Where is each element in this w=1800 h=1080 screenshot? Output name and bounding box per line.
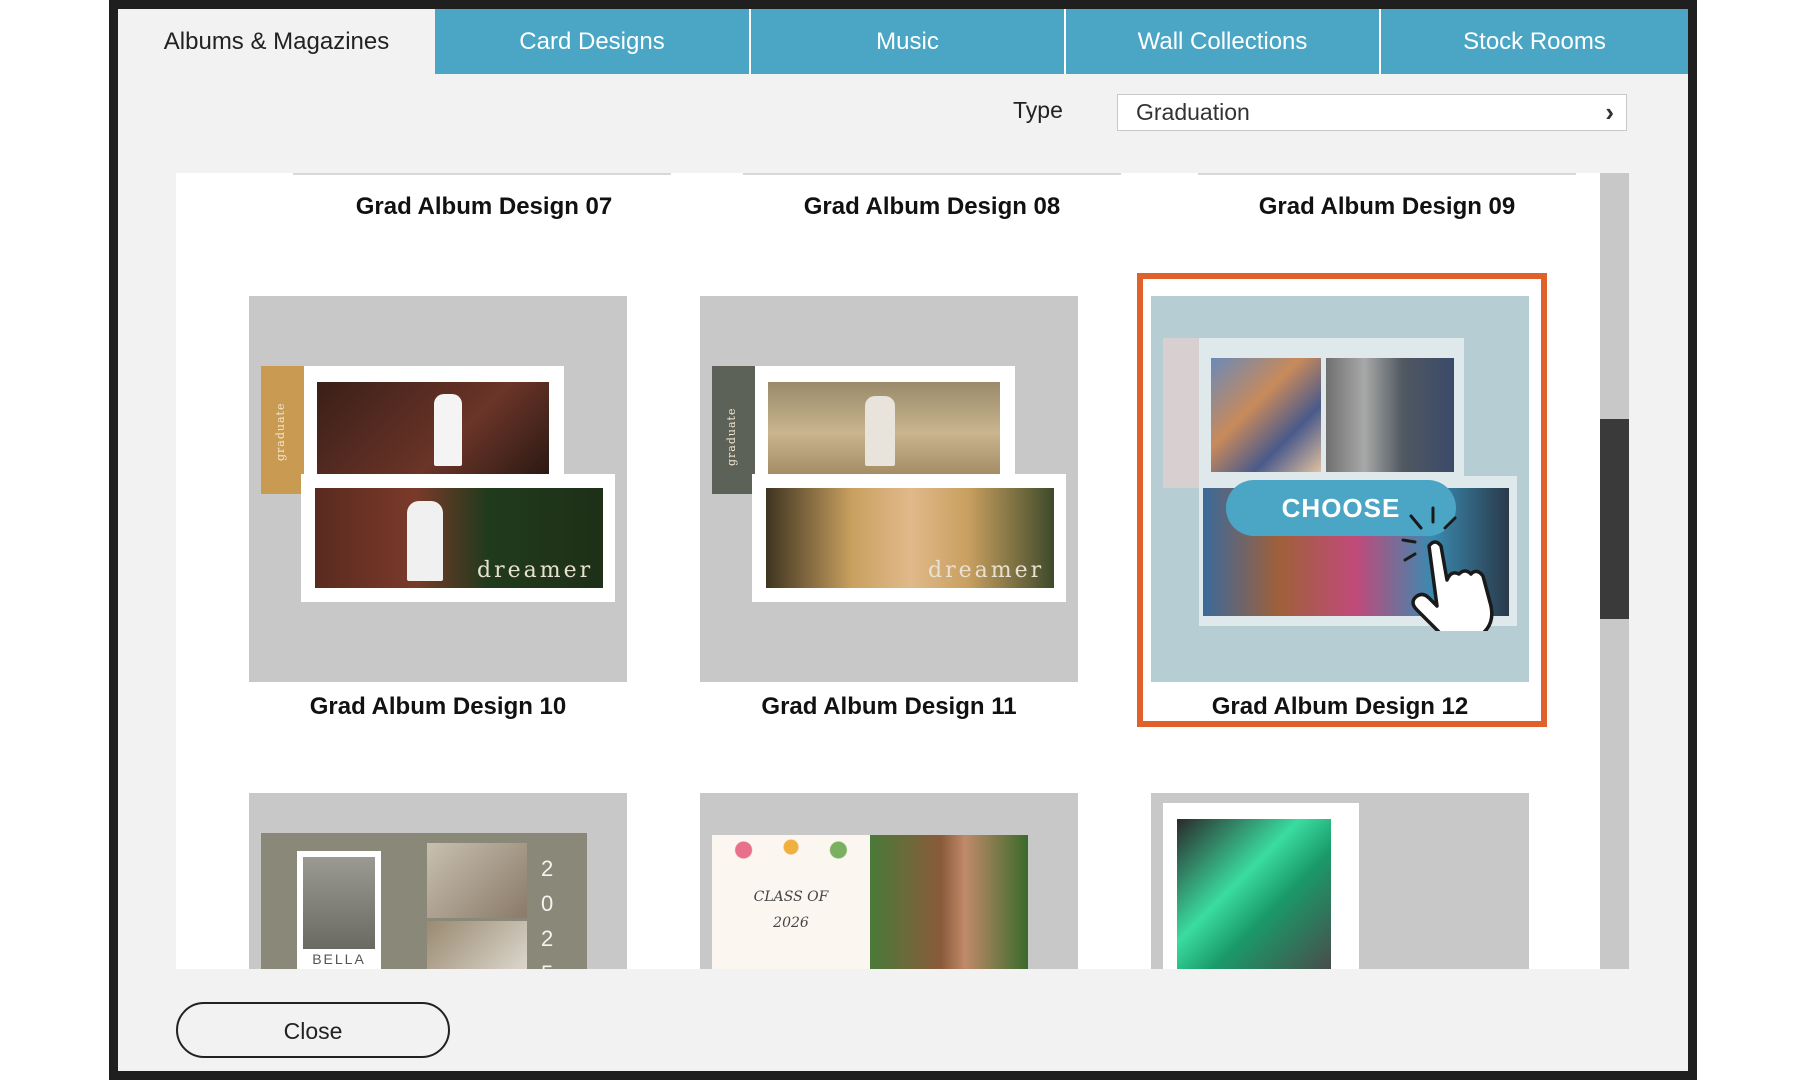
design-caption-09: Grad Album Design 09 bbox=[1258, 193, 1516, 220]
dreamer-text: dreamer bbox=[928, 558, 1045, 583]
name-text: BELLA bbox=[312, 951, 366, 967]
row-divider bbox=[293, 173, 671, 175]
hand-pointer-icon bbox=[1401, 506, 1494, 631]
photo bbox=[303, 857, 375, 949]
class-of-text: CLASS OF bbox=[753, 889, 829, 905]
design-thumbnail-10[interactable]: graduate dreamer bbox=[249, 296, 627, 682]
design-thumbnail-11[interactable]: graduate dreamer bbox=[700, 296, 1078, 682]
tab-card-designs[interactable]: Card Designs bbox=[435, 9, 751, 74]
design-thumbnail-14[interactable]: CLASS OF 2026 bbox=[700, 793, 1078, 969]
chevron-right-icon: › bbox=[1605, 97, 1614, 127]
photo bbox=[427, 921, 527, 969]
row-divider bbox=[743, 173, 1121, 175]
figure bbox=[407, 501, 443, 581]
photo bbox=[427, 843, 527, 918]
design-grid[interactable]: Grad Album Design 07 Grad Album Design 0… bbox=[176, 173, 1600, 969]
graduate-text: graduate bbox=[274, 402, 287, 461]
design-caption-08: Grad Album Design 08 bbox=[803, 193, 1061, 220]
photo bbox=[870, 835, 1028, 969]
tab-albums-magazines[interactable]: Albums & Magazines bbox=[118, 9, 435, 74]
type-dropdown-value: Graduation bbox=[1136, 99, 1250, 125]
tab-music[interactable]: Music bbox=[751, 9, 1066, 74]
dreamer-text: dreamer bbox=[477, 558, 594, 583]
tab-wall-collections[interactable]: Wall Collections bbox=[1066, 9, 1381, 74]
type-label: Type bbox=[1013, 97, 1063, 123]
row-divider bbox=[1198, 173, 1576, 175]
design-picker-dialog: Albums & Magazines Card Designs Music Wa… bbox=[118, 9, 1688, 1071]
design-thumbnail-15[interactable] bbox=[1151, 793, 1529, 969]
category-tabs: Albums & Magazines Card Designs Music Wa… bbox=[118, 9, 1688, 74]
close-button[interactable]: Close bbox=[176, 1002, 450, 1058]
photo bbox=[317, 382, 549, 474]
figure bbox=[434, 394, 462, 466]
design-caption-11: Grad Album Design 11 bbox=[761, 693, 1017, 720]
flower-border bbox=[712, 835, 870, 865]
class-year-text: 2026 bbox=[773, 915, 809, 931]
grid-scrollbar[interactable] bbox=[1600, 173, 1629, 969]
design-caption-12: Grad Album Design 12 bbox=[1211, 693, 1469, 720]
graduate-text: graduate bbox=[725, 407, 738, 466]
design-caption-10: Grad Album Design 10 bbox=[309, 693, 567, 720]
design-thumbnail-13[interactable]: BELLA 2025 bbox=[249, 793, 627, 969]
design-thumbnail-12[interactable]: CHOOSE bbox=[1151, 296, 1529, 682]
tab-stock-rooms[interactable]: Stock Rooms bbox=[1381, 9, 1688, 74]
photo bbox=[1211, 358, 1321, 472]
type-dropdown[interactable]: Graduation › bbox=[1117, 94, 1627, 131]
figure bbox=[865, 396, 895, 466]
photo bbox=[1177, 819, 1331, 969]
photo bbox=[1326, 358, 1454, 472]
scrollbar-thumb[interactable] bbox=[1600, 419, 1629, 619]
year-text: 2025 bbox=[541, 856, 554, 969]
design-caption-07: Grad Album Design 07 bbox=[355, 193, 613, 220]
